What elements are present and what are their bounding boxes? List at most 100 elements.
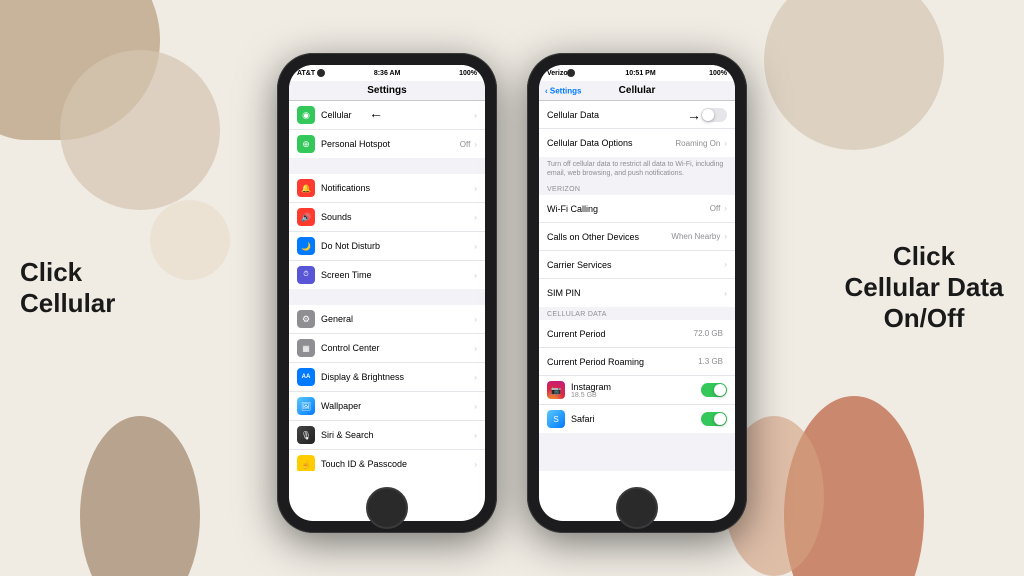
touchid-icon: ☝ [297, 455, 315, 471]
wifi-calling-value: Off [710, 204, 721, 213]
row-screentime[interactable]: ⏱ Screen Time › [289, 261, 485, 289]
nav-bar-left: Settings [289, 81, 485, 101]
nav-title-right: Cellular [619, 85, 656, 96]
battery-left: 100% [459, 70, 477, 77]
screentime-icon: ⏱ [297, 266, 315, 284]
phone-left-content: AT&T 8:36 AM 100% Settings ◉ [289, 65, 485, 471]
safari-toggle[interactable] [701, 412, 727, 426]
section-data-usage: Current Period 72.0 GB Current Period Ro… [539, 320, 735, 433]
wallpaper-icon: 🖼 [297, 397, 315, 415]
touchid-label: Touch ID & Passcode [321, 459, 474, 469]
row-safari[interactable]: S Safari [539, 405, 735, 433]
cellular-icon: ◉ [297, 106, 315, 124]
phone-right: Verizon 10:51 PM 100% ‹ Settings Cellula… [527, 53, 747, 533]
section-notifications: 🔔 Notifications › 🔊 Sounds › 🌙 [289, 174, 485, 289]
row-instagram[interactable]: 📷 Instagram 18.5 GB [539, 376, 735, 405]
instagram-icon: 📷 [547, 381, 565, 399]
notifications-icon: 🔔 [297, 179, 315, 197]
cellular-description: Turn off cellular data to restrict all d… [539, 157, 735, 182]
row-touchid[interactable]: ☝ Touch ID & Passcode › [289, 450, 485, 471]
nav-title-left: Settings [367, 85, 406, 96]
siri-icon: 🎙 [297, 426, 315, 444]
calls-other-label: Calls on Other Devices [547, 232, 671, 242]
safari-icon: S [547, 410, 565, 428]
notifications-label: Notifications [321, 183, 474, 193]
carrier-services-chevron: › [724, 260, 727, 269]
nav-back-right[interactable]: ‹ Settings [545, 86, 581, 95]
row-dnd[interactable]: 🌙 Do Not Disturb › [289, 232, 485, 261]
status-bar-right: Verizon 10:51 PM 100% [539, 65, 735, 81]
row-hotspot[interactable]: ⊕ Personal Hotspot Off › [289, 130, 485, 158]
cellular-data-options-chevron: › [724, 139, 727, 148]
display-label: Display & Brightness [321, 372, 474, 382]
home-button-left[interactable] [366, 487, 408, 529]
row-calls-other-devices[interactable]: Calls on Other Devices When Nearby › [539, 223, 735, 251]
dnd-chevron: › [474, 242, 477, 251]
home-button-right[interactable] [616, 487, 658, 529]
carrier-left: AT&T [297, 70, 315, 77]
sounds-chevron: › [474, 213, 477, 222]
hotspot-icon: ⊕ [297, 135, 315, 153]
wifi-calling-chevron: › [724, 204, 727, 213]
section-cellular: ◉ Cellular ← › ⊕ Personal Hotspot Off › [289, 101, 485, 158]
sim-pin-label: SIM PIN [547, 288, 724, 298]
cellular-data-label: Cellular Data [547, 110, 701, 120]
carrier-right: Verizon [547, 70, 572, 77]
control-center-chevron: › [474, 344, 477, 353]
general-label: General [321, 314, 474, 324]
current-period-roaming-label: Current Period Roaming [547, 357, 698, 367]
sounds-label: Sounds [321, 212, 474, 222]
sim-pin-chevron: › [724, 289, 727, 298]
left-arrow-annotation: ← [369, 105, 383, 121]
general-chevron: › [474, 315, 477, 324]
cellular-data-options-label: Cellular Data Options [547, 138, 675, 148]
carrier-services-label: Carrier Services [547, 260, 724, 270]
row-carrier-services[interactable]: Carrier Services › [539, 251, 735, 279]
row-notifications[interactable]: 🔔 Notifications › [289, 174, 485, 203]
current-period-label: Current Period [547, 329, 694, 339]
right-instruction-label: Click Cellular Data On/Off [844, 241, 1004, 335]
wifi-calling-label: Wi-Fi Calling [547, 204, 710, 214]
cellular-data-toggle[interactable] [701, 108, 727, 122]
instagram-label: Instagram [571, 382, 701, 392]
control-center-label: Control Center [321, 343, 474, 353]
row-siri[interactable]: 🎙 Siri & Search › [289, 421, 485, 450]
page-container: Click Cellular AT&T 8:36 AM 100% Setting… [0, 0, 1024, 576]
wallpaper-label: Wallpaper [321, 401, 474, 411]
row-sounds[interactable]: 🔊 Sounds › [289, 203, 485, 232]
display-chevron: › [474, 373, 477, 382]
cellular-settings-list: Cellular Data → Cellular Data Options Ro… [539, 101, 735, 471]
general-icon: ⚙ [297, 310, 315, 328]
row-cellular-data-options[interactable]: Cellular Data Options Roaming On › [539, 129, 735, 157]
row-control-center[interactable]: ▦ Control Center › [289, 334, 485, 363]
row-general[interactable]: ⚙ General › [289, 305, 485, 334]
row-wifi-calling[interactable]: Wi-Fi Calling Off › [539, 195, 735, 223]
row-wallpaper[interactable]: 🖼 Wallpaper › [289, 392, 485, 421]
instagram-toggle[interactable] [701, 383, 727, 397]
section-verizon: Wi-Fi Calling Off › Calls on Other Devic… [539, 195, 735, 307]
current-period-roaming-value: 1.3 GB [698, 357, 723, 366]
row-display[interactable]: AA Display & Brightness › [289, 363, 485, 392]
verizon-section-label: VERIZON [539, 182, 735, 195]
phones-wrapper: AT&T 8:36 AM 100% Settings ◉ [277, 53, 747, 533]
phone-right-content: Verizon 10:51 PM 100% ‹ Settings Cellula… [539, 65, 735, 471]
screentime-label: Screen Time [321, 270, 474, 280]
time-left: 8:36 AM [374, 70, 401, 77]
display-icon: AA [297, 368, 315, 386]
row-cellular[interactable]: ◉ Cellular ← › [289, 101, 485, 130]
section-display: ⚙ General › ▦ Control Center › AA [289, 305, 485, 471]
hotspot-chevron: › [474, 140, 477, 149]
row-current-period: Current Period 72.0 GB [539, 320, 735, 348]
hotspot-value: Off [460, 140, 471, 149]
row-sim-pin[interactable]: SIM PIN › [539, 279, 735, 307]
dnd-label: Do Not Disturb [321, 241, 474, 251]
cellular-chevron: › [474, 111, 477, 120]
row-cellular-data[interactable]: Cellular Data → [539, 101, 735, 129]
section-cellular-data: Cellular Data → Cellular Data Options Ro… [539, 101, 735, 157]
calls-other-chevron: › [724, 232, 727, 241]
phone-left-screen: AT&T 8:36 AM 100% Settings ◉ [289, 65, 485, 521]
screentime-chevron: › [474, 271, 477, 280]
safari-label: Safari [571, 414, 701, 424]
settings-list-left: ◉ Cellular ← › ⊕ Personal Hotspot Off › [289, 101, 485, 471]
battery-right: 100% [709, 70, 727, 77]
